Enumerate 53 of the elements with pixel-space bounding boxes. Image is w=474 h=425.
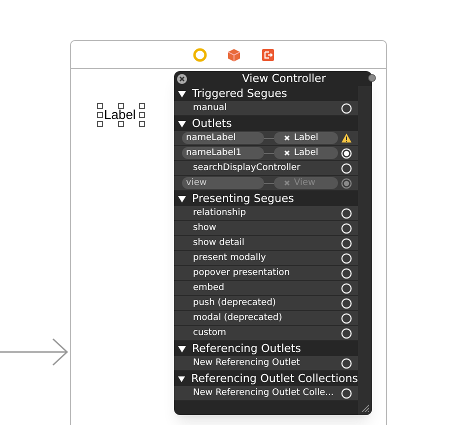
outlet-name: nameLabel bbox=[182, 132, 264, 144]
disclosure-triangle-icon[interactable] bbox=[178, 344, 186, 352]
disclosure-triangle-icon[interactable] bbox=[178, 194, 186, 202]
connection-circle-icon[interactable] bbox=[341, 388, 352, 398]
connection-circle-icon[interactable] bbox=[341, 148, 352, 158]
outlet-name: nameLabel1 bbox=[182, 147, 264, 159]
connection-circle-icon[interactable] bbox=[341, 358, 352, 368]
disclosure-triangle-icon[interactable] bbox=[178, 120, 186, 128]
connection-name: modal (deprecated) bbox=[193, 312, 282, 324]
connection-circle-icon[interactable] bbox=[341, 162, 352, 174]
section-header: Presenting Segues bbox=[192, 191, 294, 206]
connection-circle-icon[interactable] bbox=[341, 312, 352, 324]
connection-circle-icon[interactable] bbox=[341, 102, 352, 114]
connection-name: embed bbox=[193, 282, 224, 294]
connection-name: manual bbox=[193, 102, 227, 114]
disclosure-triangle-icon[interactable] bbox=[178, 374, 186, 382]
connection-name: relationship bbox=[193, 207, 246, 219]
connection-circle-icon[interactable] bbox=[341, 282, 352, 294]
selection-handles-drawing[interactable] bbox=[97, 103, 145, 127]
panel-title: View Controller bbox=[241, 71, 327, 86]
close-icon[interactable] bbox=[177, 74, 187, 84]
connection-circle-icon[interactable] bbox=[341, 298, 352, 308]
connection-name: show detail bbox=[193, 237, 244, 249]
connection-circle-icon[interactable] bbox=[341, 252, 352, 264]
connection-circle-icon[interactable] bbox=[341, 222, 352, 234]
outlet-target[interactable]: Label bbox=[274, 132, 338, 144]
outlet-target[interactable]: Label bbox=[274, 147, 338, 159]
canvas-label[interactable]: Label bbox=[104, 108, 136, 122]
target-name: Label bbox=[294, 147, 318, 159]
connection-name: New Referencing Outlet bbox=[193, 357, 300, 369]
connection-name: present modally bbox=[193, 252, 266, 264]
connection-circle-icon[interactable] bbox=[341, 328, 352, 338]
cube-icon[interactable] bbox=[226, 48, 240, 62]
connection-name: searchDisplayController bbox=[193, 162, 300, 174]
section-header: Outlets bbox=[192, 116, 232, 131]
outlet-name: view bbox=[182, 177, 264, 189]
connection-name: New Referencing Outlet Colle... bbox=[193, 387, 334, 399]
connection-circle-icon[interactable] bbox=[341, 268, 352, 278]
section-header: Referencing Outlets bbox=[192, 341, 301, 356]
connection-knob-icon[interactable] bbox=[368, 74, 376, 82]
resize-grip-icon[interactable] bbox=[361, 404, 369, 412]
section-header: Referencing Outlet Collections bbox=[191, 371, 358, 386]
connection-circle-icon[interactable] bbox=[341, 238, 352, 248]
connection-circle-icon[interactable] bbox=[341, 208, 352, 218]
connection-name: show bbox=[193, 222, 216, 234]
section-header: Triggered Segues bbox=[192, 86, 288, 101]
connection-name: popover presentation bbox=[193, 267, 290, 279]
connection-name: custom bbox=[193, 327, 226, 339]
target-name: Label bbox=[294, 132, 318, 144]
connection-name: push (deprecated) bbox=[193, 297, 276, 309]
disclosure-triangle-icon[interactable] bbox=[178, 90, 186, 98]
arrow-icon bbox=[0, 338, 70, 366]
exit-icon[interactable] bbox=[260, 48, 274, 62]
